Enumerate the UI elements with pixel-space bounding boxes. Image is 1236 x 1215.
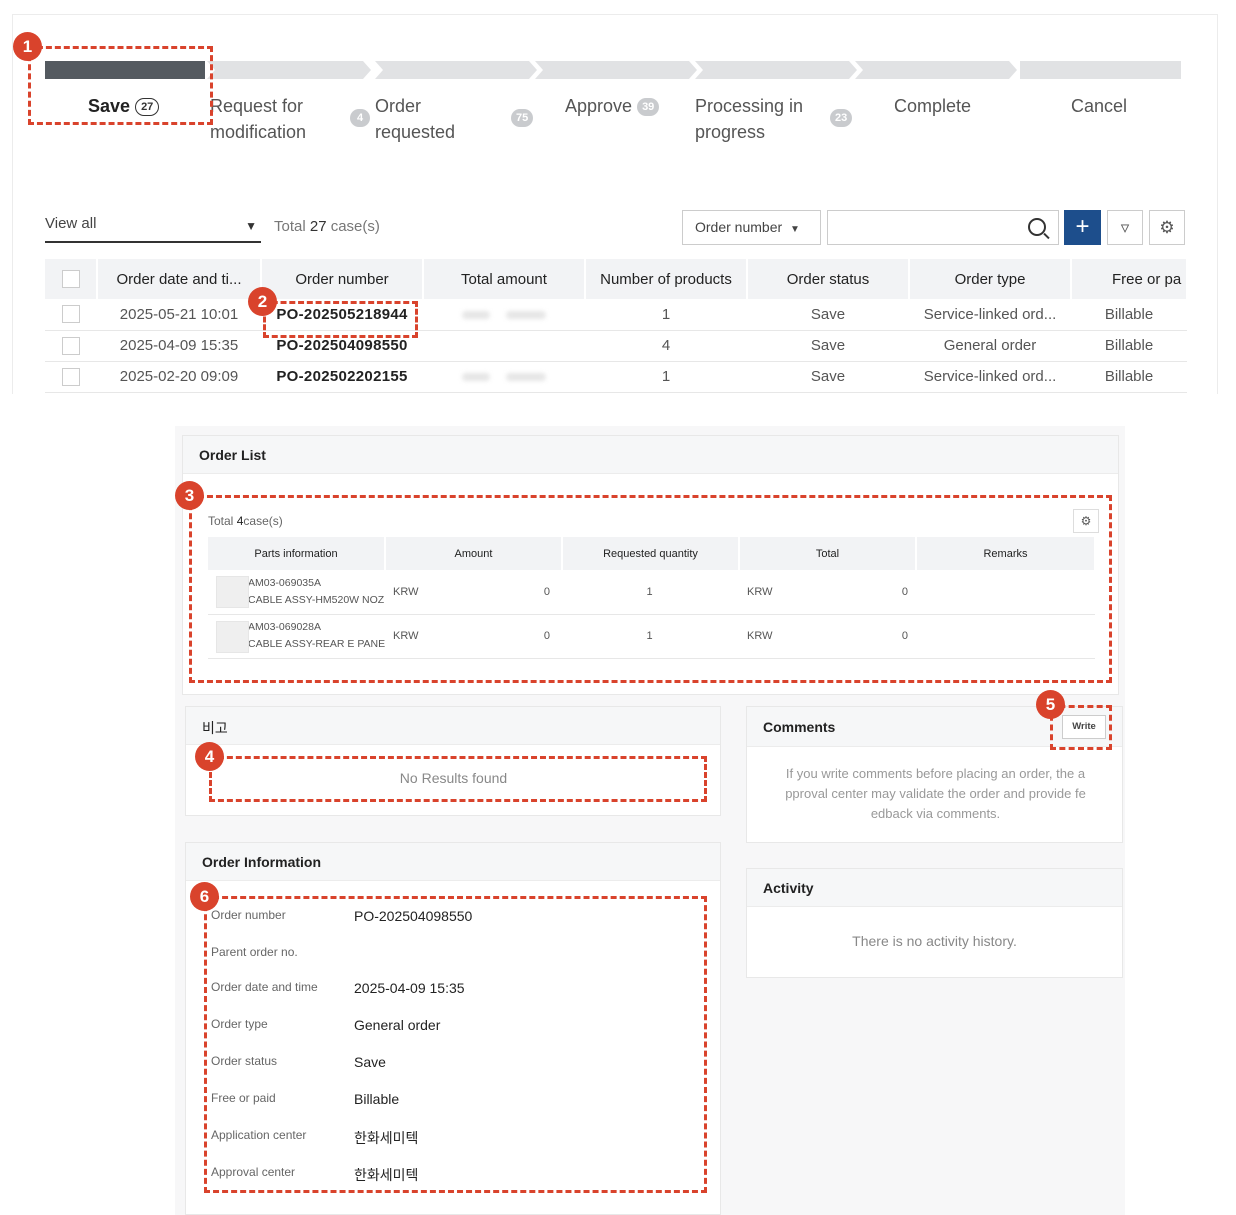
step-count-badge: 75 [511,109,534,127]
total-prefix: Total [274,218,306,235]
column-header[interactable]: Order type [909,259,1072,299]
step-complete[interactable]: Complete [894,93,971,119]
product-count: 1 [585,361,747,393]
activity-title: Activity [747,869,1122,907]
view-all-label: View all [45,215,97,232]
column-header[interactable]: Total amount [423,259,586,299]
total-amount-redacted [423,361,585,393]
column-header[interactable]: Order number [261,259,424,299]
step-label: Cancel [1071,96,1128,116]
row-checkbox[interactable] [62,305,80,324]
comments-hint: If you write comments before placing an … [785,766,1086,821]
annotation-box [263,301,418,338]
status-steps [43,61,1183,79]
filter-button[interactable]: ▿ [1107,210,1143,245]
annotation-marker: 4 [195,742,224,771]
step-count-badge: 23 [830,109,853,127]
step-label: Order requested [375,96,456,142]
order-date: 2025-05-21 10:01 [97,299,261,331]
order-information-title: Order Information [186,843,720,881]
chevron-down-icon: ▼ [790,224,800,235]
total-suffix: case(s) [330,218,380,235]
step-count-badge: 4 [350,109,370,127]
order-date: 2025-04-09 15:35 [97,330,261,362]
step-approve[interactable]: Approve 39 [565,93,660,119]
comments-title: Comments [763,719,836,735]
search-input[interactable] [827,210,1059,245]
select-all-checkbox[interactable] [61,270,80,289]
add-order-button[interactable]: + [1064,210,1101,245]
step-label: Approve [565,96,633,116]
annotation-box [204,896,707,1193]
total-number: 27 [309,218,327,235]
activity-card: Activity There is no activity history. [746,868,1123,978]
gear-icon: ⚙ [1159,218,1175,237]
step-order-requested[interactable]: Order requested [375,93,495,145]
free-or-paid: Billable [1071,299,1187,331]
total-amount-redacted [423,299,585,331]
remarks-title: 비고 [186,707,720,745]
order-number-link[interactable]: PO-202502202155 [261,361,423,393]
step-bar-complete[interactable] [855,61,1017,79]
step-bar-approve[interactable] [535,61,697,79]
table-header-row: Order date and ti... Order number Total … [45,259,1188,299]
search-icon[interactable] [1028,218,1046,236]
step-label: Request for modification [210,96,307,142]
step-bar-cancel[interactable] [1020,61,1181,79]
annotation-marker: 2 [248,287,277,316]
step-cancel[interactable]: Cancel [1071,93,1127,119]
annotation-marker: 5 [1036,690,1065,719]
annotation-box [209,756,707,802]
order-status: Save [747,330,909,362]
column-header[interactable]: Number of products [585,259,748,299]
annotation-box [28,46,213,125]
search-field-select[interactable]: Order number ▼ [682,210,821,245]
table-row[interactable]: 2025-04-09 15:35 PO-202504098550 4 Save … [45,330,1187,362]
annotation-box [189,495,1112,683]
product-count: 1 [585,299,747,331]
row-checkbox[interactable] [62,367,80,386]
step-count-badge: 39 [637,98,660,117]
table-row[interactable]: 2025-05-21 10:01 PO-202505218944 1 Save … [45,299,1187,331]
order-status: Save [747,299,909,331]
select-all-cell[interactable] [45,259,98,299]
settings-button[interactable]: ⚙ [1149,210,1185,245]
order-list-title: Order List [183,436,1118,474]
order-type: General order [909,330,1071,362]
order-type: Service-linked ord... [909,361,1071,393]
total-amount-redacted [423,330,585,362]
order-status: Save [747,361,909,393]
annotation-marker: 6 [190,882,219,911]
step-bar-request-modification[interactable] [207,61,371,79]
order-date: 2025-02-20 09:09 [97,361,261,393]
filter-icon: ▿ [1120,218,1130,237]
product-count: 4 [585,330,747,362]
annotation-marker: 1 [13,32,42,61]
free-or-paid: Billable [1071,361,1187,393]
total-count: Total 27 case(s) [274,218,380,235]
column-header[interactable]: Free or pa [1071,259,1188,299]
activity-empty: There is no activity history. [852,933,1017,949]
annotation-marker: 3 [175,481,204,510]
step-processing[interactable]: Processing in progress [695,93,825,145]
row-checkbox[interactable] [62,336,80,355]
column-header[interactable]: Order status [747,259,910,299]
orders-table: Order date and ti... Order number Total … [45,259,1188,393]
step-label: Complete [894,96,972,116]
step-label: Processing in progress [695,96,804,142]
search-field-label: Order number [695,219,783,235]
free-or-paid: Billable [1071,330,1187,362]
column-header[interactable]: Order date and ti... [97,259,262,299]
view-all-select[interactable]: View all ▼ [45,211,261,243]
step-request-modification[interactable]: Request for modification [210,93,360,145]
step-bar-order-requested[interactable] [375,61,537,79]
chevron-down-icon: ▼ [245,219,257,233]
order-type: Service-linked ord... [909,299,1071,331]
table-row[interactable]: 2025-02-20 09:09 PO-202502202155 1 Save … [45,361,1187,393]
step-bar-processing[interactable] [695,61,857,79]
